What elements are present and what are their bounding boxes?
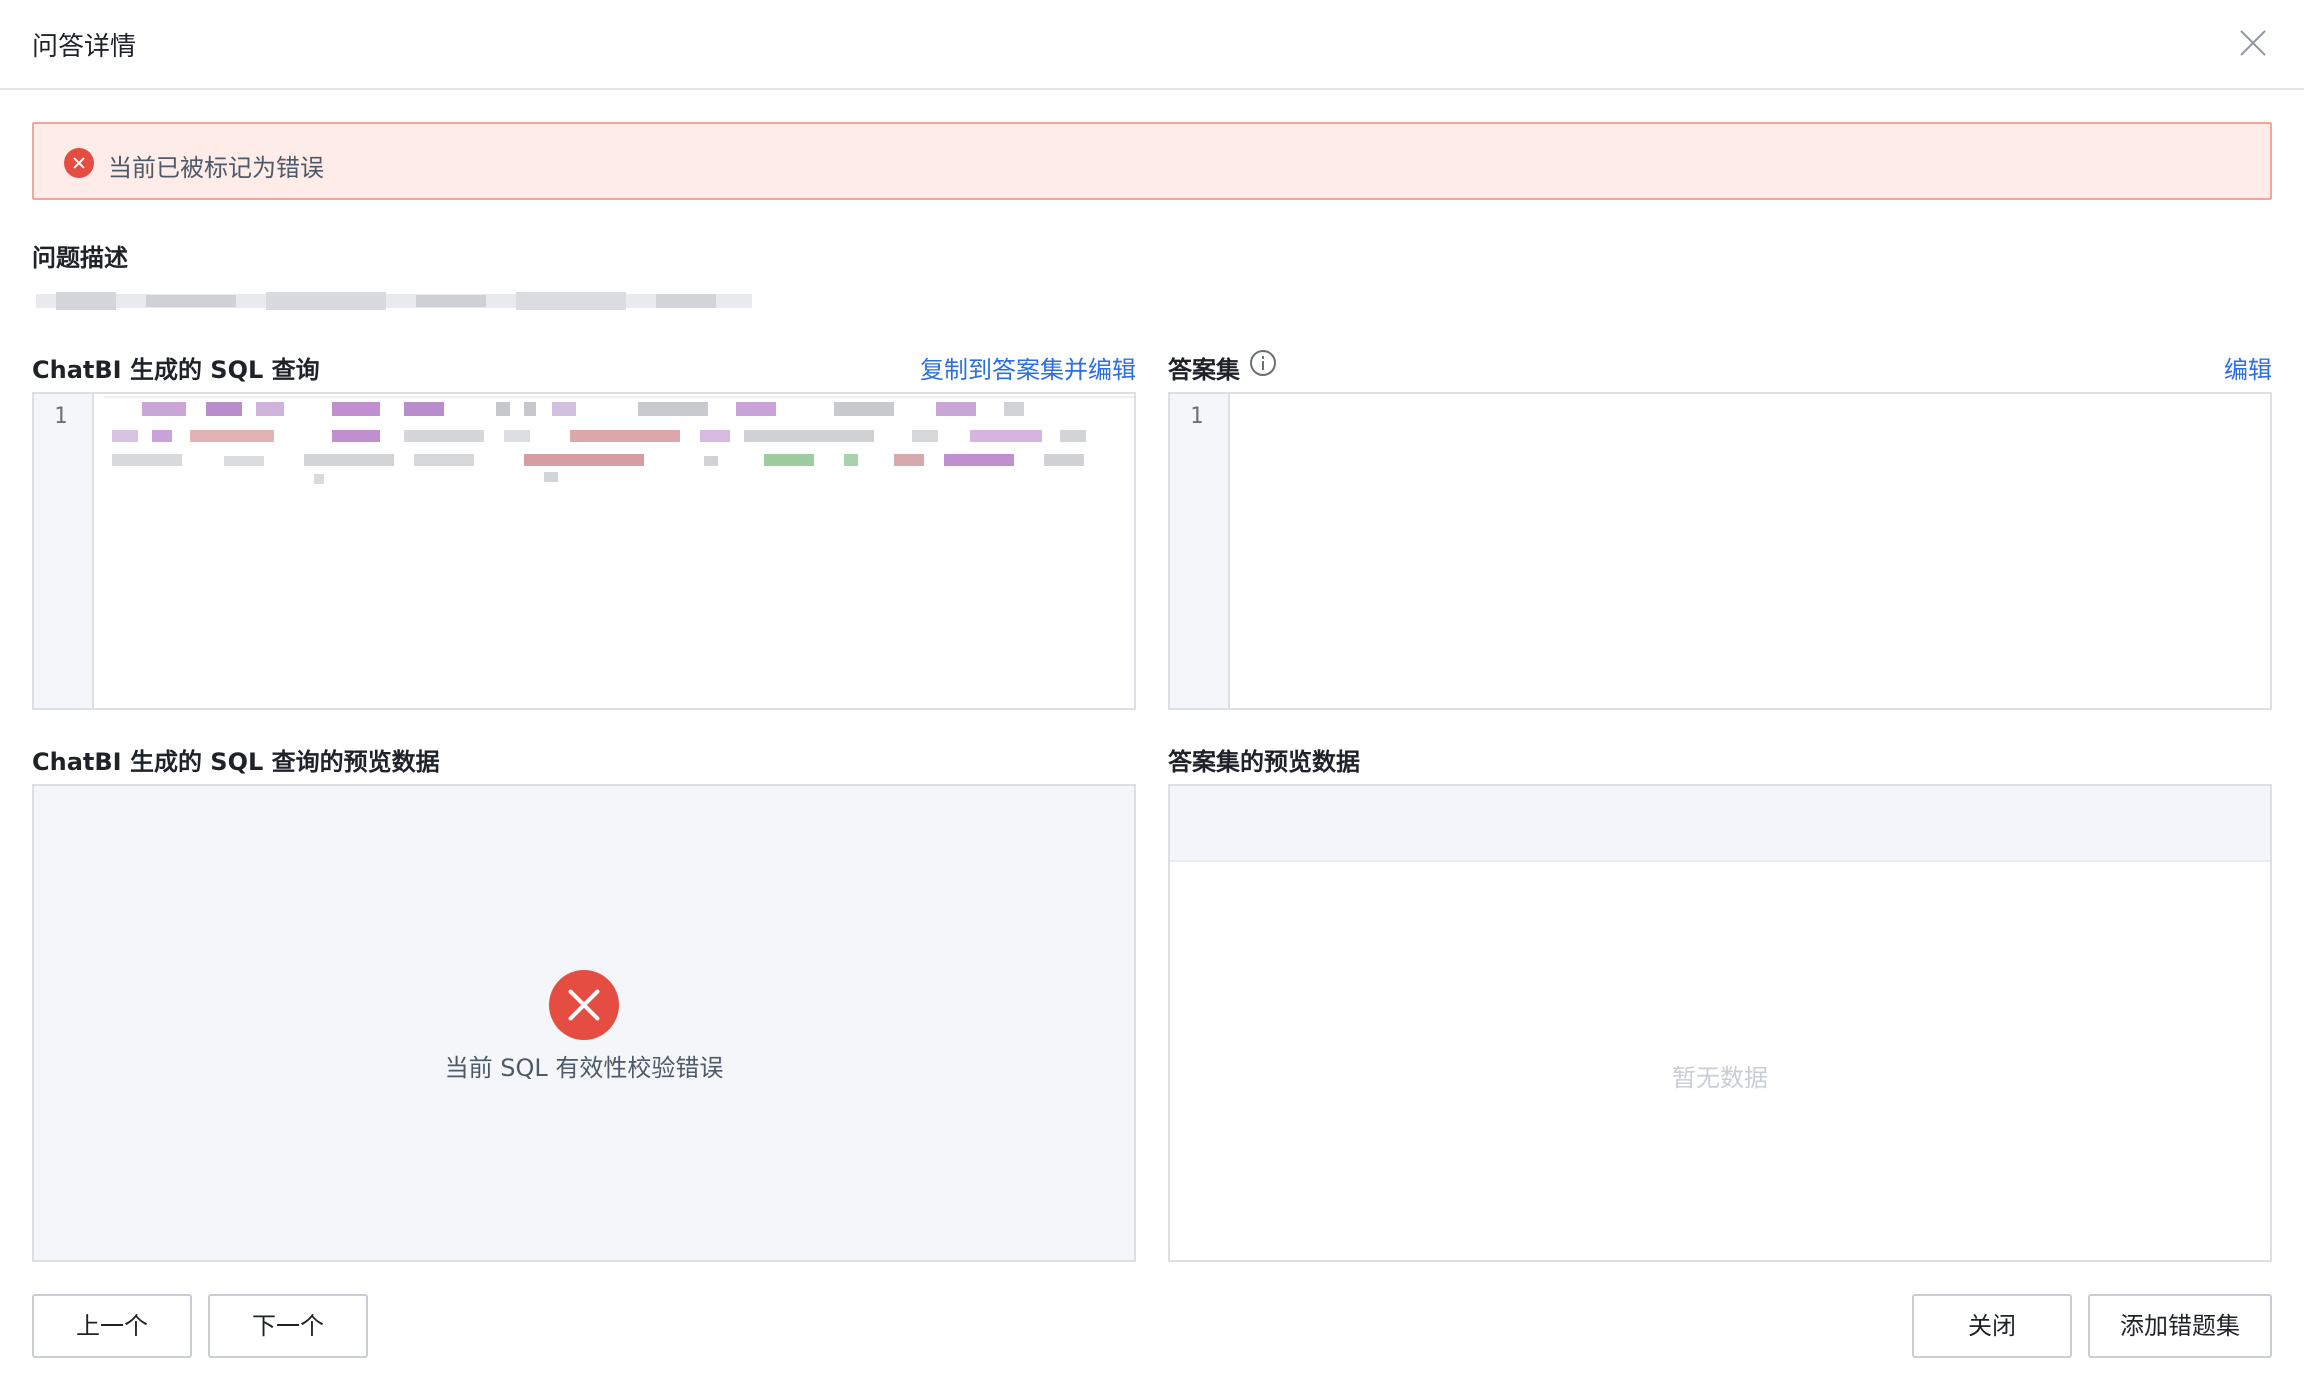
answer-set-label: 答案集 (1168, 356, 1240, 384)
error-alert: 当前已被标记为错误 (32, 122, 2272, 200)
sql-preview-panel: 当前 SQL 有效性校验错误 (32, 784, 1136, 1262)
sql-editor[interactable]: 1 (32, 392, 1136, 710)
error-circle-icon (64, 148, 94, 178)
next-button[interactable]: 下一个 (208, 1294, 368, 1358)
question-label: 问题描述 (32, 244, 128, 272)
empty-state-text: 暂无数据 (1672, 1064, 1768, 1092)
sql-preview-label: ChatBI 生成的 SQL 查询的预览数据 (32, 748, 440, 776)
edit-answer-set-link[interactable]: 编辑 (2224, 350, 2272, 385)
question-text-redacted (36, 292, 752, 310)
alert-text: 当前已被标记为错误 (108, 154, 324, 182)
close-icon[interactable] (2238, 28, 2268, 58)
sql-validation-error-text: 当前 SQL 有效性校验错误 (444, 1054, 724, 1082)
copy-to-answer-set-link[interactable]: 复制到答案集并编辑 (920, 350, 1136, 385)
prev-button[interactable]: 上一个 (32, 1294, 192, 1358)
sql-code-redacted (104, 396, 1134, 484)
modal-header: 问答详情 (0, 0, 2304, 90)
close-button[interactable]: 关闭 (1912, 1294, 2072, 1358)
line-number: 1 (1190, 404, 1204, 429)
answer-set-editor[interactable]: 1 (1168, 392, 2272, 710)
qa-detail-modal: 问答详情 当前已被标记为错误 问题描述 ChatBI 生成的 SQL 查询 复制… (0, 0, 2304, 1376)
info-icon[interactable] (1250, 350, 1276, 376)
error-circle-icon (549, 970, 619, 1040)
sql-editor-gutter: 1 (34, 394, 94, 708)
answer-editor-gutter: 1 (1170, 394, 1230, 708)
add-to-error-set-button[interactable]: 添加错题集 (2088, 1294, 2272, 1358)
sql-label: ChatBI 生成的 SQL 查询 (32, 356, 320, 384)
modal-title: 问答详情 (32, 32, 137, 62)
answer-preview-label: 答案集的预览数据 (1168, 748, 1360, 776)
line-number: 1 (54, 404, 68, 429)
table-header (1170, 786, 2270, 862)
answer-preview-table: 暂无数据 (1168, 784, 2272, 1262)
